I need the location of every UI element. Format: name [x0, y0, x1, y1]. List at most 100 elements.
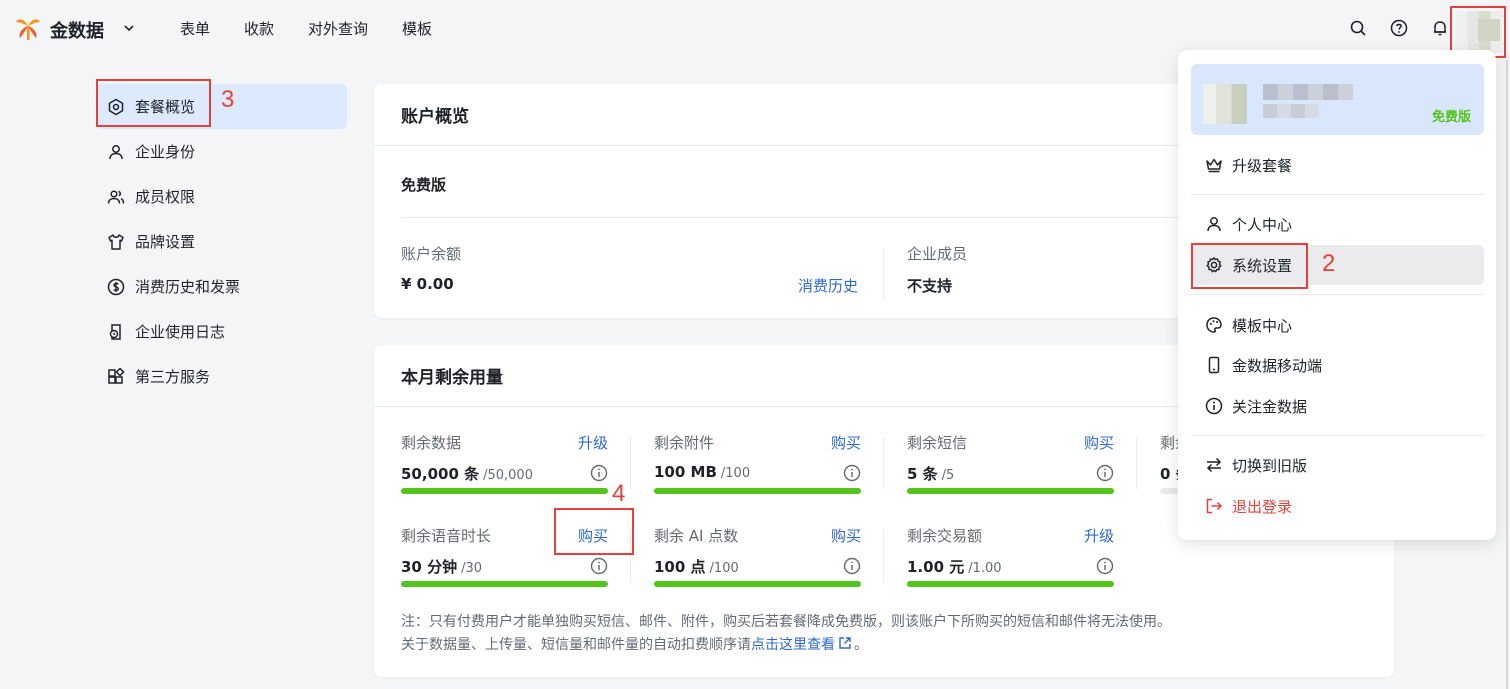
sidebar-item-label: 消费历史和发票 — [135, 278, 241, 296]
menu-mobile-app[interactable]: 金数据移动端 — [1191, 345, 1484, 385]
nav-payments[interactable]: 收款 — [244, 18, 274, 39]
shirt-icon — [107, 233, 125, 251]
annotation-3: 3 — [221, 86, 235, 113]
annotation-box-4 — [554, 508, 634, 555]
main-nav: 表单 收款 对外查询 模板 — [180, 18, 466, 39]
usage-note: 注：只有付费用户才能单独购买短信、邮件、附件，购买后若套餐降成免费版，则该账户下… — [401, 614, 1171, 630]
help-icon[interactable] — [1389, 18, 1409, 38]
usage-total: /30 — [461, 561, 483, 576]
page-scrollbar — [1506, 60, 1508, 689]
usage-total: /100 — [720, 466, 751, 481]
sidebar-item-billing-history[interactable]: 消费历史和发票 — [96, 264, 347, 309]
menu-template-center[interactable]: 模板中心 — [1191, 305, 1484, 345]
palette-icon — [1205, 316, 1223, 334]
usage-remaining: 1.00 元 — [907, 558, 965, 576]
user-icon — [1205, 215, 1223, 233]
info-icon[interactable] — [843, 557, 861, 575]
members-value: 不支持 — [907, 277, 953, 295]
sidebar-item-label: 成员权限 — [135, 188, 196, 206]
usage-remaining: 50,000 条 — [401, 465, 480, 483]
usage-value: 5 条/5 — [907, 463, 954, 484]
menu-item-label: 个人中心 — [1232, 215, 1293, 234]
sidebar-item-brand-settings[interactable]: 品牌设置 — [96, 219, 347, 264]
menu-item-label: 关注金数据 — [1232, 397, 1308, 416]
usage-label: 剩余 AI 点数 — [654, 527, 739, 545]
bell-icon[interactable] — [1430, 18, 1450, 38]
usage-note-auto-charge: 关于数据量、上传量、短信量和邮件量的自动扣费顺序请点击这里查看 。 — [401, 634, 868, 654]
usage-bar-fill — [401, 488, 608, 494]
usage-remaining: 30 分钟 — [401, 558, 458, 576]
usage-action-button[interactable]: 购买 — [831, 432, 861, 453]
crown-icon — [1205, 156, 1223, 174]
search-icon[interactable] — [1348, 18, 1368, 38]
menu-switch-legacy[interactable]: 切换到旧版 — [1191, 445, 1484, 485]
usage-item: 剩余交易额 升级 1.00 元/1.00 — [907, 525, 1114, 589]
note-text: 。 — [854, 637, 868, 653]
menu-item-label: 金数据移动端 — [1232, 356, 1323, 375]
divider — [630, 437, 631, 489]
info-icon[interactable] — [1096, 464, 1114, 482]
plan-badge: 免费版 — [1431, 110, 1471, 125]
info-icon[interactable] — [590, 557, 608, 575]
usage-label: 剩余数据 — [401, 434, 462, 452]
usage-value: 100 MB/100 — [654, 463, 750, 481]
divider — [1191, 194, 1484, 195]
view-here-link[interactable]: 点击这里查看 — [751, 637, 835, 653]
nav-public-query[interactable]: 对外查询 — [308, 18, 368, 39]
usage-label: 剩余短信 — [907, 434, 968, 452]
brand-name: 金数据 — [50, 21, 104, 42]
sidebar-item-label: 品牌设置 — [135, 233, 196, 251]
external-link-icon[interactable] — [838, 636, 854, 650]
dollar-icon — [107, 278, 125, 296]
usage-action-button[interactable]: 升级 — [578, 432, 608, 453]
sidebar-item-third-party[interactable]: 第三方服务 — [96, 354, 347, 399]
sidebar-item-label: 企业身份 — [135, 143, 196, 161]
menu-logout[interactable]: 退出登录 — [1191, 486, 1484, 526]
settings-sidebar: 套餐概览 企业身份 成员权限 品牌设置 消费历史和发票 企业使用日志 第三方服务 — [96, 84, 347, 399]
usage-bar-fill — [401, 581, 608, 587]
divider — [1191, 294, 1484, 295]
billing-history-link[interactable]: 消费历史 — [798, 275, 858, 296]
user-menu-dropdown: 免费版 升级套餐 个人中心 系统设置 模板中心 金数据移动端 关注金数据 切换到… — [1178, 50, 1496, 540]
usage-total: /100 — [709, 561, 739, 576]
annotation-2: 2 — [1322, 250, 1336, 277]
usage-total: /50,000 — [483, 468, 533, 483]
divider — [883, 248, 884, 300]
usage-action-button[interactable]: 升级 — [1084, 525, 1114, 546]
sidebar-item-member-permissions[interactable]: 成员权限 — [96, 174, 347, 219]
user-id-blurred — [1263, 104, 1319, 118]
menu-follow-us[interactable]: 关注金数据 — [1191, 386, 1484, 426]
divider — [1136, 437, 1137, 489]
usage-item: 剩余附件 购买 100 MB/100 — [654, 432, 861, 496]
usage-remaining: 5 条 — [907, 465, 938, 483]
usage-action-button[interactable]: 购买 — [1084, 432, 1114, 453]
nav-templates[interactable]: 模板 — [402, 18, 432, 39]
user-name-blurred — [1263, 84, 1353, 100]
swap-icon — [1205, 456, 1223, 474]
current-plan: 免费版 — [401, 176, 447, 194]
usage-bar-fill — [907, 581, 1114, 587]
info-icon[interactable] — [590, 464, 608, 482]
info-icon[interactable] — [1096, 557, 1114, 575]
sidebar-item-company-identity[interactable]: 企业身份 — [96, 129, 347, 174]
balance-label: 账户余额 — [401, 245, 462, 263]
sidebar-item-label: 企业使用日志 — [135, 323, 226, 341]
menu-item-label: 模板中心 — [1232, 316, 1293, 335]
menu-upgrade-plan[interactable]: 升级套餐 — [1191, 145, 1484, 185]
logout-icon — [1205, 497, 1223, 515]
brand-switcher[interactable]: 金数据 — [14, 14, 136, 46]
logo-icon — [14, 14, 42, 46]
avatar[interactable] — [1456, 11, 1502, 53]
info-icon[interactable] — [843, 464, 861, 482]
usage-bar-fill — [907, 488, 1114, 494]
nav-forms[interactable]: 表单 — [180, 18, 210, 39]
usage-label: 剩余语音时长 — [401, 527, 492, 545]
user-card[interactable]: 免费版 — [1191, 64, 1484, 135]
apps-icon — [107, 367, 125, 386]
sidebar-item-usage-log[interactable]: 企业使用日志 — [96, 309, 347, 354]
menu-profile[interactable]: 个人中心 — [1191, 204, 1484, 244]
usage-value: 30 分钟/30 — [401, 556, 482, 577]
usage-action-button[interactable]: 购买 — [831, 525, 861, 546]
log-icon — [107, 323, 125, 341]
usage-remaining: 100 点 — [654, 558, 706, 576]
